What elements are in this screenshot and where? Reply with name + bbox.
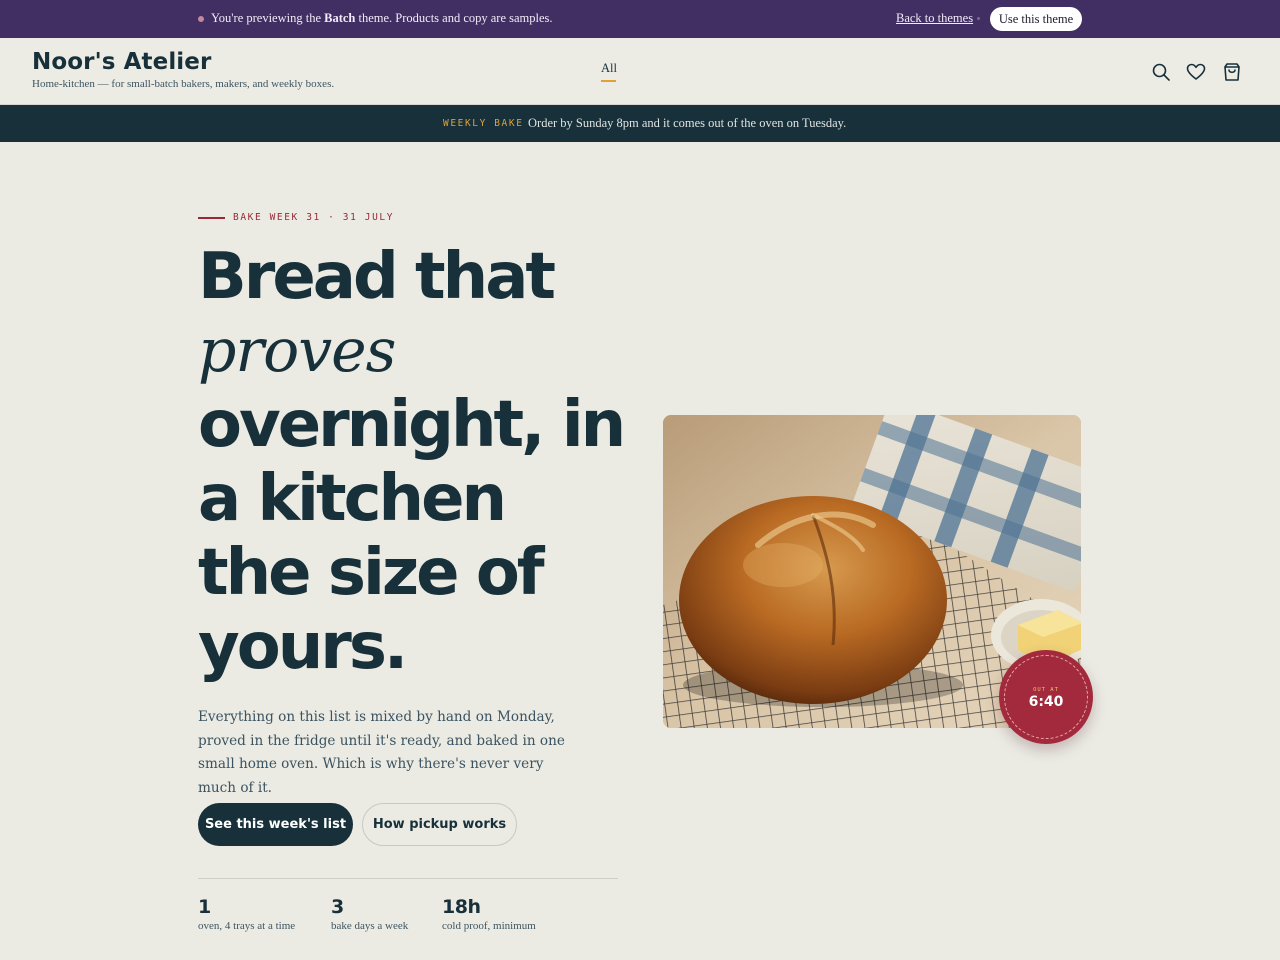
badge-label: OUT AT — [1033, 687, 1059, 693]
stat-cold-proof: 18h cold proof, minimum — [442, 896, 536, 932]
hero-headline: Bread that proves overnight, in a kitche… — [198, 240, 638, 684]
headline-line: yours. — [198, 610, 408, 684]
back-to-themes-link[interactable]: Back to themes — [896, 11, 973, 26]
announcement-bar: WEEKLY BAKE Order by Sunday 8pm and it c… — [0, 105, 1280, 142]
how-pickup-works-button[interactable]: How pickup works — [362, 803, 517, 846]
nav-item-all[interactable]: All — [601, 61, 617, 76]
headline-italic-word: proves — [198, 316, 396, 386]
theme-preview-bar: You're previewing the Batch theme. Produ… — [0, 0, 1280, 38]
stat-label: bake days a week — [331, 920, 409, 932]
out-at-badge: OUT AT 6:40 — [999, 650, 1093, 744]
nav-active-indicator — [601, 80, 616, 82]
preview-status-dot — [198, 16, 204, 22]
cart-icon[interactable] — [1222, 62, 1242, 82]
announcement-text: Order by Sunday 8pm and it comes out of … — [528, 116, 847, 130]
hero-eyebrow: BAKE WEEK 31 · 31 JULY — [233, 212, 395, 223]
search-icon[interactable] — [1151, 62, 1171, 82]
stat-bake-days: 3 bake days a week — [331, 896, 408, 932]
brand-logo[interactable]: Noor's Atelier — [32, 49, 211, 75]
stat-label: oven, 4 trays at a time — [198, 920, 296, 932]
brand-tagline: Home-kitchen — for small-batch bakers, m… — [32, 78, 335, 90]
headline-line: a kitchen — [198, 462, 507, 536]
stats-divider — [198, 878, 618, 879]
heart-icon[interactable] — [1186, 62, 1206, 82]
stat-value: 1 — [198, 896, 211, 918]
hero-intro: Everything on this list is mixed by hand… — [198, 709, 565, 796]
preview-text-before: You're previewing the — [211, 11, 325, 25]
headline-line: the size of — [198, 536, 545, 610]
stat-value: 18h — [442, 896, 481, 918]
headline-line: Bread that — [198, 240, 556, 314]
announcement-label: WEEKLY BAKE — [443, 118, 524, 129]
stat-label: cold proof, minimum — [442, 920, 536, 932]
stat-ovens: 1 oven, 4 trays at a time — [198, 896, 295, 932]
separator-dot — [977, 17, 980, 20]
eyebrow-rule — [198, 217, 225, 219]
preview-message: You're previewing the Batch theme. Produ… — [211, 11, 553, 26]
use-this-theme-button[interactable]: Use this theme — [990, 7, 1082, 31]
preview-theme-name: Batch — [324, 11, 356, 25]
site-header: Noor's Atelier Home-kitchen — for small-… — [0, 38, 1280, 105]
headline-line: overnight, in — [198, 388, 626, 462]
see-weekly-list-button[interactable]: See this week's list — [198, 803, 353, 846]
preview-text-after: theme. Products and copy are samples. — [355, 11, 553, 25]
badge-time: 6:40 — [1028, 694, 1064, 710]
stat-value: 3 — [331, 896, 344, 918]
